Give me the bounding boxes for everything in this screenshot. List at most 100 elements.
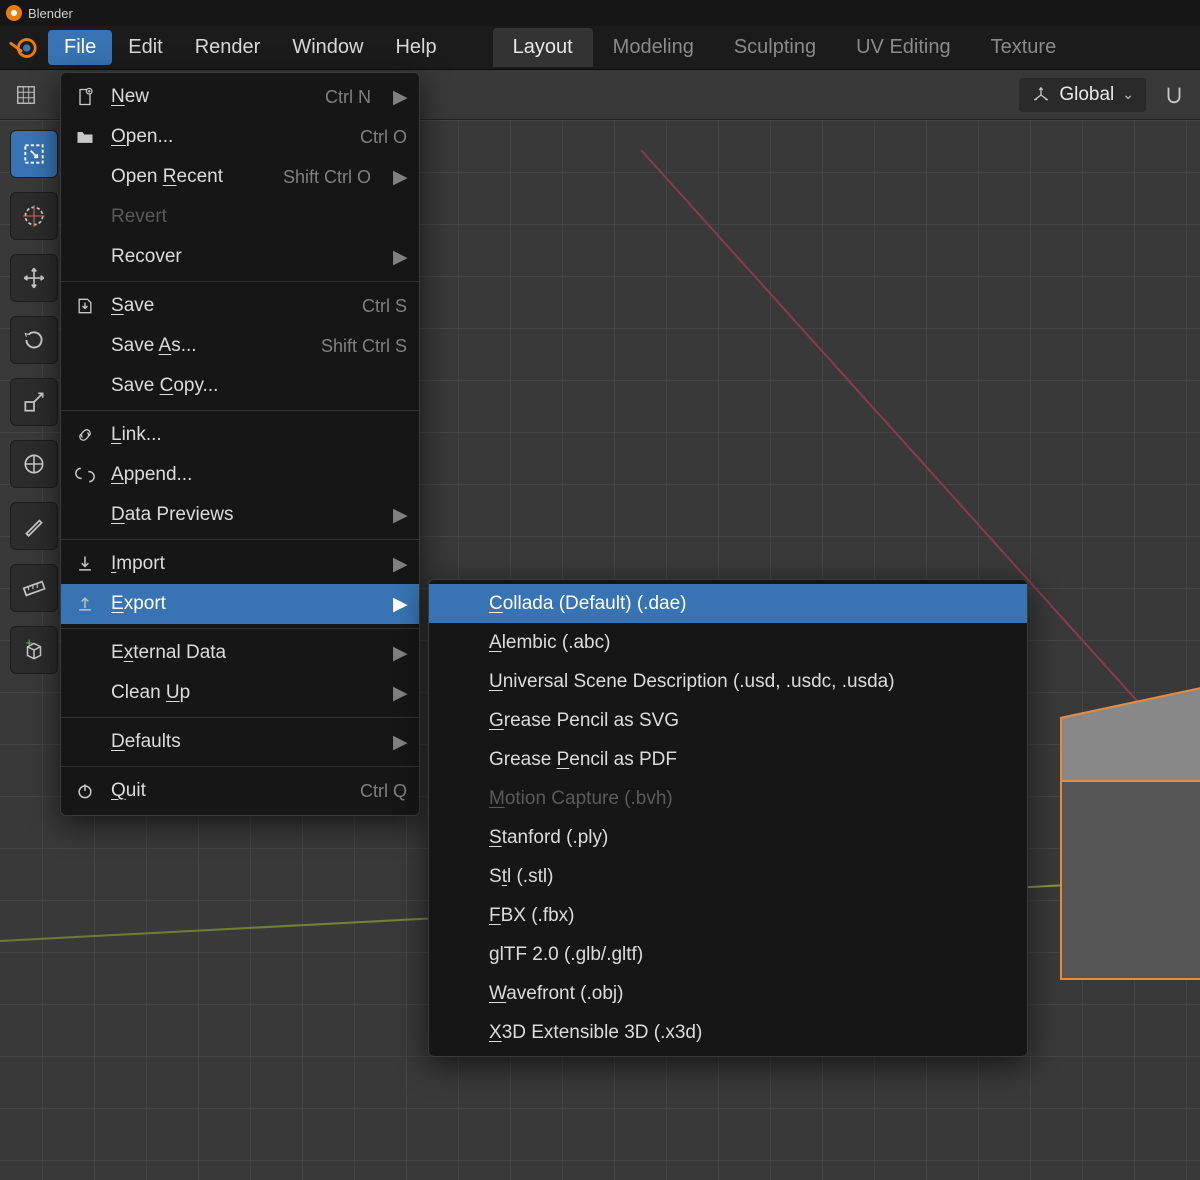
append-icon bbox=[73, 463, 97, 487]
transform-orientation-dropdown[interactable]: Global ⌄ bbox=[1019, 78, 1146, 112]
menu-help[interactable]: Help bbox=[379, 30, 452, 65]
menu-window[interactable]: Window bbox=[276, 30, 379, 65]
blank-icon bbox=[73, 503, 97, 527]
tool-transform[interactable] bbox=[10, 440, 58, 488]
link-icon bbox=[73, 423, 97, 447]
menu-item-label: External Data bbox=[111, 642, 371, 664]
file-menu-export[interactable]: Export▶ bbox=[61, 584, 419, 624]
file-menu-open-recent[interactable]: Open RecentShift Ctrl O▶ bbox=[61, 157, 419, 197]
save-icon bbox=[73, 294, 97, 318]
orientation-label: Global bbox=[1059, 84, 1114, 106]
file-menu-external-data[interactable]: External Data ▶ bbox=[61, 633, 419, 673]
menu-bar: FileEditRenderWindowHelp LayoutModelingS… bbox=[0, 26, 1200, 70]
blank-icon bbox=[73, 730, 97, 754]
file-menu-save[interactable]: Save Ctrl S bbox=[61, 286, 419, 326]
shortcut-text: Ctrl Q bbox=[360, 781, 407, 802]
submenu-arrow-icon: ▶ bbox=[393, 642, 407, 665]
export-alembic-abc[interactable]: Alembic (.abc) bbox=[429, 623, 1027, 662]
menu-item-label: Revert bbox=[111, 206, 407, 228]
workspace-tab-sculpting[interactable]: Sculpting bbox=[714, 28, 836, 67]
workspace-tab-uv-editing[interactable]: UV Editing bbox=[836, 28, 971, 67]
workspace-tab-layout[interactable]: Layout bbox=[493, 28, 593, 67]
export-x3d-extensible-3d-x3d[interactable]: X3D Extensible 3D (.x3d) bbox=[429, 1013, 1027, 1052]
menu-item-label: Save bbox=[111, 295, 348, 317]
menu-item-label: Open... bbox=[111, 126, 346, 148]
menu-item-label: Import bbox=[111, 553, 371, 575]
blank-icon bbox=[73, 374, 97, 398]
menu-item-label: Quit bbox=[111, 780, 346, 802]
tool-annotate[interactable] bbox=[10, 502, 58, 550]
menu-item-label: Clean Up bbox=[111, 682, 371, 704]
menu-item-label: Link... bbox=[111, 424, 407, 446]
menu-item-label: Export bbox=[111, 593, 371, 615]
blank-icon bbox=[73, 245, 97, 269]
file-menu-save-as[interactable]: Save As...Shift Ctrl S bbox=[61, 326, 419, 366]
file-menu-save-copy[interactable]: Save Copy... bbox=[61, 366, 419, 406]
workspace-tab-texture[interactable]: Texture bbox=[971, 28, 1077, 67]
workspace-tab-modeling[interactable]: Modeling bbox=[593, 28, 714, 67]
file-menu-revert: Revert bbox=[61, 197, 419, 237]
export-submenu: Collada (Default) (.dae)Alembic (.abc)Un… bbox=[428, 579, 1028, 1057]
workspace-tabs: LayoutModelingSculptingUV EditingTexture bbox=[493, 28, 1077, 67]
svg-text:+: + bbox=[25, 637, 33, 650]
tool-select-box[interactable] bbox=[10, 130, 58, 178]
app-icon bbox=[6, 5, 22, 21]
blender-logo-icon[interactable] bbox=[6, 31, 40, 65]
menu-item-label: Defaults bbox=[111, 731, 371, 753]
file-menu-clean-up[interactable]: Clean Up ▶ bbox=[61, 673, 419, 713]
export-fbx-fbx[interactable]: FBX (.fbx) bbox=[429, 896, 1027, 935]
tool-measure[interactable] bbox=[10, 564, 58, 612]
menu-edit[interactable]: Edit bbox=[112, 30, 178, 65]
editor-type-icon[interactable] bbox=[10, 79, 42, 111]
file-menu-open[interactable]: Open... Ctrl O bbox=[61, 117, 419, 157]
menu-item-label: Save As... bbox=[111, 335, 307, 357]
app-title: Blender bbox=[28, 6, 73, 21]
export-grease-pencil-as-pdf[interactable]: Grease Pencil as PDF bbox=[429, 740, 1027, 779]
blank-icon bbox=[73, 334, 97, 358]
submenu-arrow-icon: ▶ bbox=[393, 504, 407, 527]
menu-file[interactable]: File bbox=[48, 30, 112, 65]
folder-icon bbox=[73, 125, 97, 149]
tool-rotate[interactable] bbox=[10, 316, 58, 364]
menu-item-label: Save Copy... bbox=[111, 375, 407, 397]
tool-cursor[interactable] bbox=[10, 192, 58, 240]
export-stanford-ply[interactable]: Stanford (.ply) bbox=[429, 818, 1027, 857]
submenu-arrow-icon: ▶ bbox=[393, 86, 407, 109]
toolbar: + bbox=[10, 130, 58, 674]
menu-item-label: Open Recent bbox=[111, 166, 269, 188]
export-stl-stl[interactable]: Stl (.stl) bbox=[429, 857, 1027, 896]
shortcut-text: Ctrl O bbox=[360, 127, 407, 148]
tool-add-cube[interactable]: + bbox=[10, 626, 58, 674]
cube-object[interactable] bbox=[1050, 680, 1200, 960]
export-motion-capture-bvh: Motion Capture (.bvh) bbox=[429, 779, 1027, 818]
import-icon bbox=[73, 552, 97, 576]
export-universal-scene-description-usd-usdc-usda[interactable]: Universal Scene Description (.usd, .usdc… bbox=[429, 662, 1027, 701]
shortcut-text: Ctrl S bbox=[362, 296, 407, 317]
export-wavefront-obj[interactable]: Wavefront (.obj) bbox=[429, 974, 1027, 1013]
file-menu-defaults[interactable]: Defaults▶ bbox=[61, 722, 419, 762]
file-menu-data-previews[interactable]: Data Previews▶ bbox=[61, 495, 419, 535]
submenu-arrow-icon: ▶ bbox=[393, 553, 407, 576]
menu-item-label: Append... bbox=[111, 464, 407, 486]
shortcut-text: Shift Ctrl O bbox=[283, 167, 371, 188]
file-menu-recover[interactable]: Recover▶ bbox=[61, 237, 419, 277]
file-menu-quit[interactable]: Quit Ctrl Q bbox=[61, 771, 419, 811]
blank-icon bbox=[73, 205, 97, 229]
export-grease-pencil-as-svg[interactable]: Grease Pencil as SVG bbox=[429, 701, 1027, 740]
file-menu-append[interactable]: Append... bbox=[61, 455, 419, 495]
blank-icon bbox=[73, 165, 97, 189]
file-menu-import[interactable]: Import ▶ bbox=[61, 544, 419, 584]
file-menu-new[interactable]: NewCtrl N▶ bbox=[61, 77, 419, 117]
export-collada-default-dae[interactable]: Collada (Default) (.dae) bbox=[429, 584, 1027, 623]
snap-icon[interactable] bbox=[1158, 79, 1190, 111]
tool-scale[interactable] bbox=[10, 378, 58, 426]
tool-move[interactable] bbox=[10, 254, 58, 302]
submenu-arrow-icon: ▶ bbox=[393, 682, 407, 705]
export-gltf-2-0-glb-gltf[interactable]: glTF 2.0 (.glb/.gltf) bbox=[429, 935, 1027, 974]
menu-render[interactable]: Render bbox=[179, 30, 277, 65]
chevron-down-icon: ⌄ bbox=[1122, 86, 1134, 103]
menu-item-label: New bbox=[111, 86, 311, 108]
file-menu-link[interactable]: Link... bbox=[61, 415, 419, 455]
new-file-icon bbox=[73, 85, 97, 109]
blank-icon bbox=[73, 641, 97, 665]
